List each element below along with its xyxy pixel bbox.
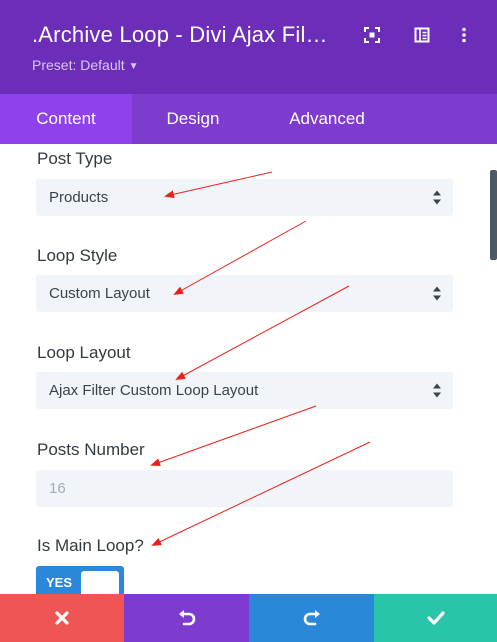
undo-icon <box>178 610 195 626</box>
annotation-arrows <box>150 171 371 546</box>
redo-icon <box>303 610 320 626</box>
split-view-icon[interactable] <box>411 24 433 46</box>
redo-button[interactable] <box>249 594 374 642</box>
tab-advanced[interactable]: Advanced <box>254 94 400 144</box>
annotation-arrow <box>164 171 273 199</box>
preset-selector[interactable]: Preset: Default ▼ <box>32 57 139 73</box>
close-icon <box>55 611 69 625</box>
save-button[interactable] <box>374 594 497 642</box>
undo-button[interactable] <box>124 594 249 642</box>
annotation-arrow <box>173 220 307 295</box>
settings-content: Post Type Products Loop Style Custom Lay… <box>0 144 497 594</box>
preset-label: Preset: Default <box>32 57 125 73</box>
module-title: .Archive Loop - Divi Ajax Fil… <box>32 22 328 47</box>
save-check-icon <box>426 611 445 625</box>
fullscreen-icon[interactable] <box>361 24 383 46</box>
settings-tabs: Content Design Advanced <box>0 94 497 144</box>
discard-button[interactable] <box>0 594 124 642</box>
tab-content[interactable]: Content <box>0 94 132 144</box>
caret-down-icon: ▼ <box>128 61 139 72</box>
modal-header: .Archive Loop - Divi Ajax Fil… Preset: D… <box>0 0 497 94</box>
annotation-arrow <box>151 441 371 546</box>
modal-footer <box>0 594 497 642</box>
annotation-arrow <box>150 405 317 467</box>
tab-design[interactable]: Design <box>132 94 254 144</box>
more-options-icon[interactable] <box>453 24 475 46</box>
annotation-arrow <box>175 285 350 380</box>
